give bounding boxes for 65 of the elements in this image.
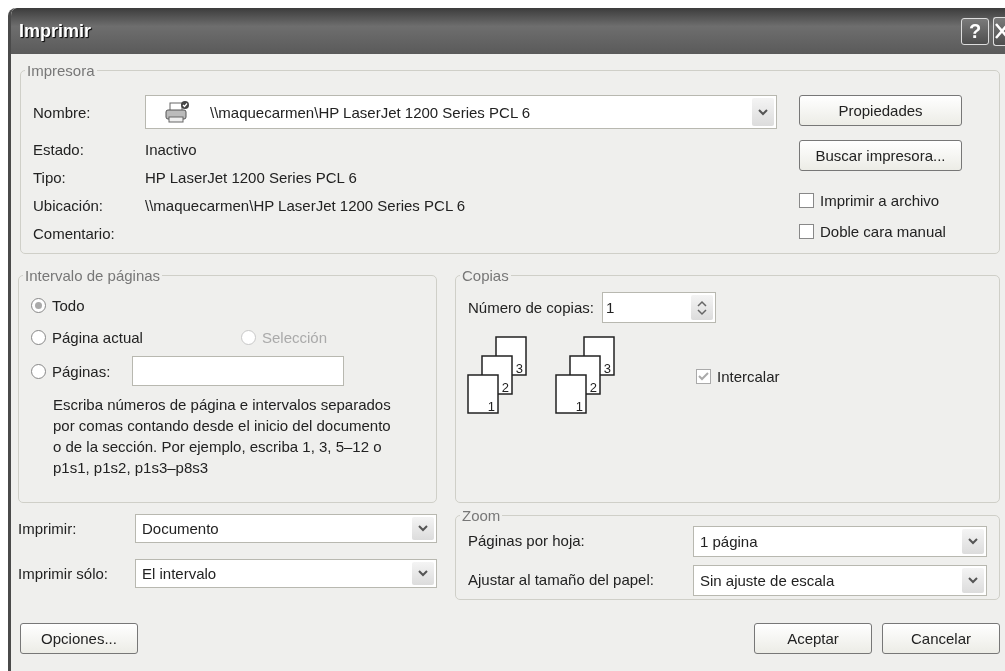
- radio-label[interactable]: Página actual: [52, 328, 143, 346]
- dropdown[interactable]: 1 página: [693, 526, 987, 557]
- up-down-arrows-icon: [695, 298, 708, 317]
- dropdown-value: El intervalo: [142, 565, 218, 582]
- chevron-down-icon: [758, 108, 768, 116]
- copies-spinner[interactable]: 1: [601, 292, 716, 323]
- radio-button[interactable]: [31, 329, 46, 345]
- info-value: HP LaserJet 1200 Series PCL 6: [145, 168, 357, 186]
- dropdown[interactable]: Documento: [135, 514, 437, 543]
- window-title: Imprimir: [19, 20, 93, 42]
- group-label: Copias: [461, 267, 510, 284]
- printer-button[interactable]: Buscar impresora...: [799, 140, 962, 171]
- chevron-down-icon: [968, 577, 978, 584]
- spinner-value: 1: [605, 299, 616, 316]
- dropdown-button[interactable]: [962, 568, 984, 593]
- dropdown[interactable]: El intervalo: [135, 559, 437, 588]
- dropdown-button[interactable]: [412, 562, 434, 585]
- hint-text: Escriba números de página e intervalos separados por comas contando desde el inicio del documento o de la sección. Por ejemplo, escriba 1, 3, 5–12 o p1s1, p1s2, p1s3–p8s3: [53, 395, 392, 478]
- checkbox[interactable]: [799, 193, 814, 208]
- checkbox-label[interactable]: Doble cara manual: [820, 223, 946, 240]
- info-label: Ubicación:: [33, 195, 105, 216]
- chevron-down-icon: [418, 570, 428, 577]
- printer-dropdown[interactable]: \\maquecarmen\HP LaserJet 1200 Series PCL 6: [145, 95, 777, 129]
- page-stack-drawing: 3 2 1: [466, 335, 530, 417]
- group-label: Zoom: [461, 507, 502, 524]
- info-label: Comentario:: [33, 223, 116, 244]
- chevron-down-icon: [968, 538, 978, 545]
- info-value: Inactivo: [145, 140, 197, 158]
- dropdown-value: 1 página: [700, 533, 759, 550]
- field-label: Ajustar al tamaño del papel:: [468, 569, 655, 590]
- close-icon: [994, 23, 1005, 39]
- dropdown-button[interactable]: [412, 517, 434, 540]
- pages-input-field[interactable]: [132, 356, 345, 386]
- field-label: Páginas por hoja:: [468, 530, 586, 551]
- printer-icon: [164, 101, 190, 123]
- dropdown-value: Documento: [142, 520, 220, 537]
- close-button[interactable]: [993, 16, 1005, 46]
- field-label: Imprimir sólo:: [18, 563, 109, 584]
- field-label: Nombre:: [33, 102, 92, 123]
- dropdown-button[interactable]: [752, 98, 774, 126]
- printer-name: \\maquecarmen\HP LaserJet 1200 Series PCL 6: [210, 103, 532, 121]
- check-icon: [698, 371, 709, 381]
- dialog-button[interactable]: Cancelar: [882, 623, 1000, 654]
- field-label: Número de copias:: [468, 299, 594, 316]
- chevron-down-icon: [418, 525, 428, 532]
- help-button[interactable]: ?: [961, 17, 989, 45]
- group-label: Impresora: [26, 62, 96, 79]
- checkbox-label[interactable]: Imprimir a archivo: [820, 192, 940, 209]
- info-value: \\maquecarmen\HP LaserJet 1200 Series PCL 6: [145, 196, 466, 214]
- options-button[interactable]: Opciones...: [20, 623, 138, 654]
- radio-label[interactable]: Páginas:: [52, 362, 111, 380]
- printer-button[interactable]: Propiedades: [799, 95, 962, 126]
- dropdown-value: Sin ajuste de escala: [700, 572, 836, 589]
- dropdown[interactable]: Sin ajuste de escala: [693, 565, 987, 596]
- info-label: Tipo:: [33, 167, 67, 188]
- dialog-button[interactable]: Aceptar: [754, 623, 872, 654]
- group-label: Intervalo de páginas: [24, 267, 162, 284]
- checkbox[interactable]: [799, 224, 814, 239]
- info-label: Estado:: [33, 139, 85, 160]
- dropdown-button[interactable]: [962, 529, 984, 554]
- radio-button[interactable]: [31, 363, 46, 379]
- radio-button[interactable]: [31, 297, 46, 313]
- radio-label[interactable]: Todo: [52, 296, 85, 314]
- field-label: Imprimir:: [18, 518, 78, 539]
- page-stack-drawing: 3 2 1: [554, 335, 618, 417]
